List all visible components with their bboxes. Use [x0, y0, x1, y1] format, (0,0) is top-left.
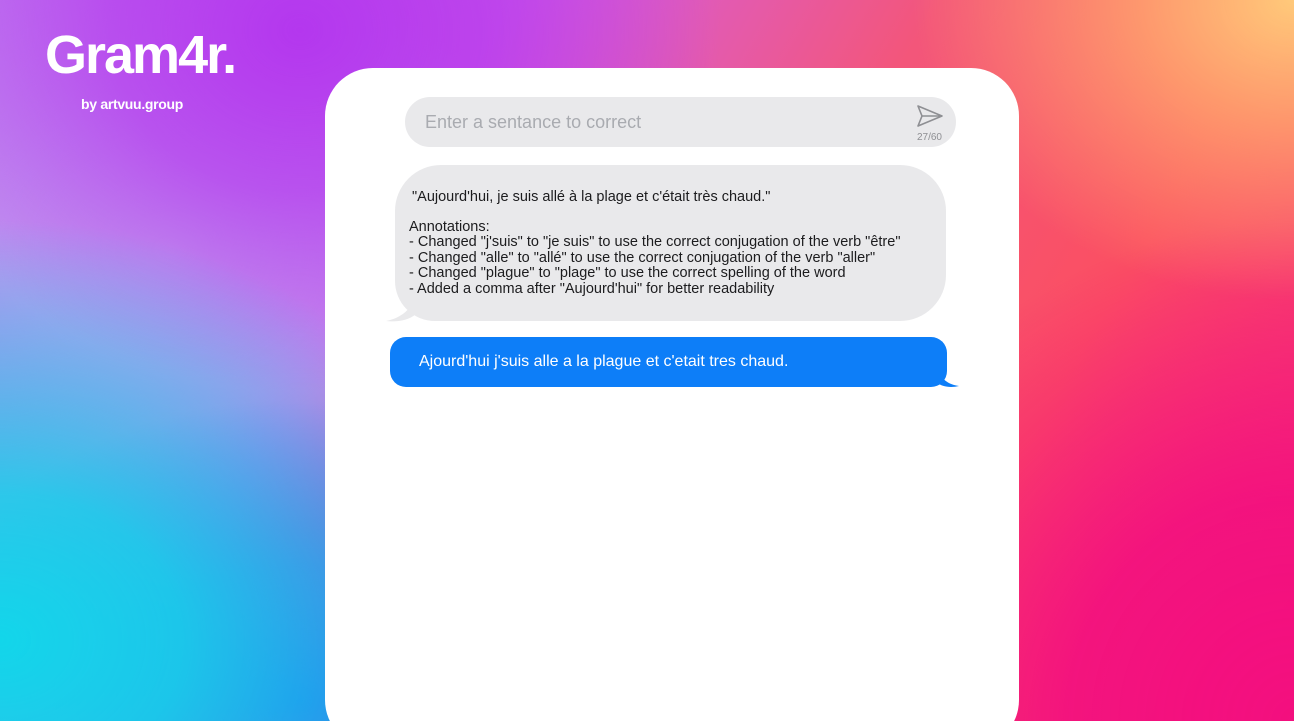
annotation-item: - Added a comma after "Aujourd'hui" for … [409, 280, 775, 297]
corrected-sentence: "Aujourd'hui, je suis allé à la plage et… [412, 189, 771, 205]
brand-subtitle: by artvuu.group [81, 96, 184, 112]
character-count: 27/60 [916, 132, 942, 143]
user-message-bubble: Ajourd'hui j'suis alle a la plague et c'… [390, 337, 947, 387]
brand: Gram4r. by artvuu.group [45, 25, 245, 112]
chat-panel: 27/60 "Aujourd'hui, je suis allé à la pl… [325, 68, 1019, 721]
annotation-item: - Changed "alle" to "allé" to use the co… [409, 249, 876, 266]
sentence-input-bar: 27/60 [405, 97, 956, 147]
annotations-list: Annotations: - Changed "j'suis" to "je s… [409, 219, 946, 297]
sentence-input[interactable] [425, 109, 895, 135]
annotation-item: - Changed "plague" to "plage" to use the… [409, 265, 846, 282]
brand-logo: Gram4r. [45, 25, 237, 85]
annotation-item: - Changed "j'suis" to "je suis" to use t… [409, 234, 901, 251]
user-message-text: Ajourd'hui j'suis alle a la plague et c'… [419, 353, 789, 370]
send-icon[interactable] [916, 104, 944, 128]
annotations-title: Annotations: [409, 219, 490, 235]
correction-message-bubble: "Aujourd'hui, je suis allé à la plage et… [395, 165, 946, 321]
